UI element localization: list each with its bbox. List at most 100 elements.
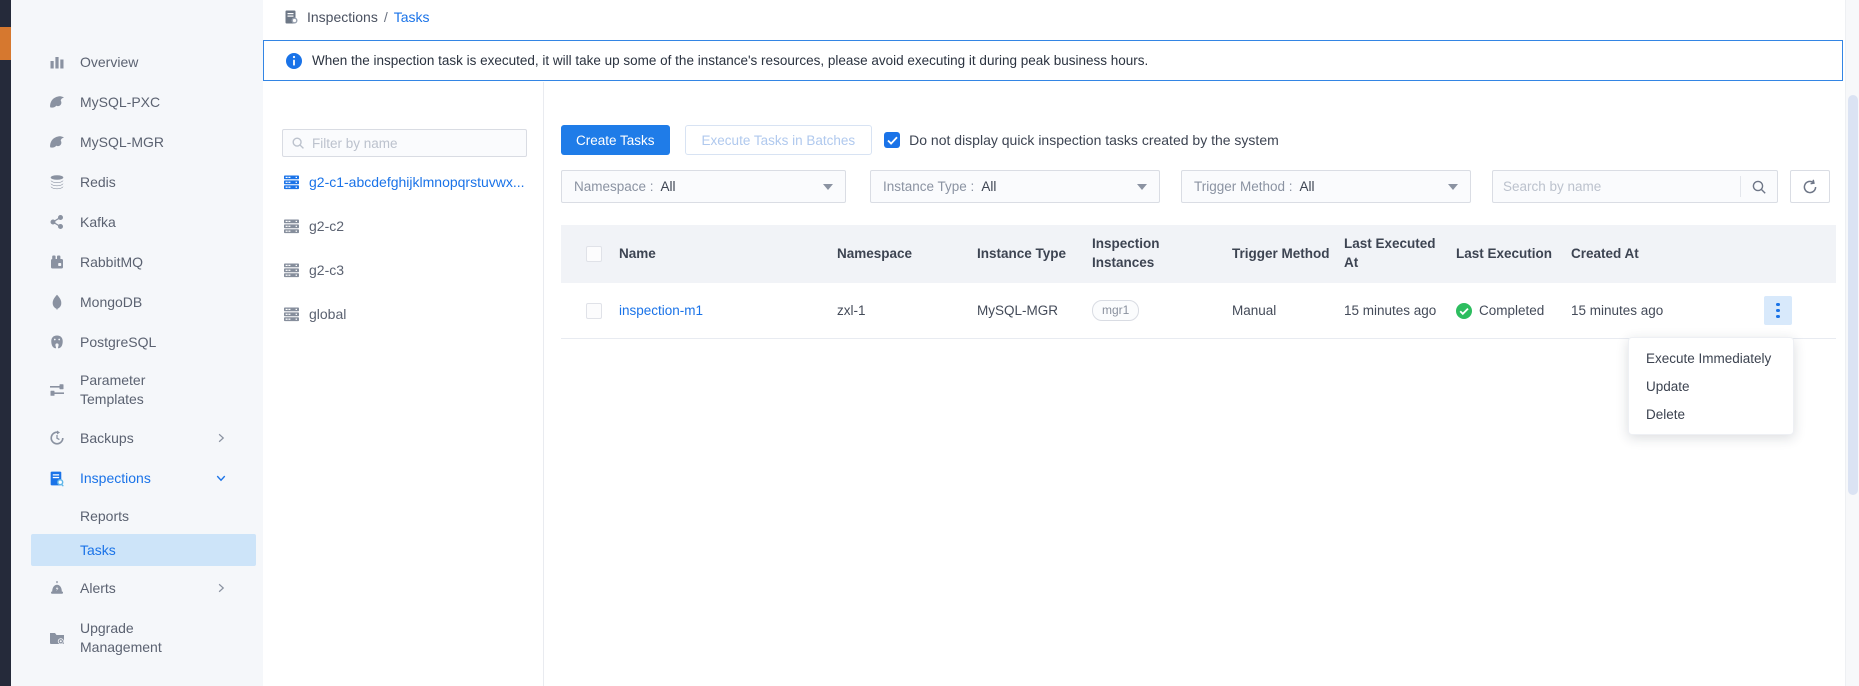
row-checkbox[interactable] bbox=[586, 303, 602, 319]
cluster-filter-input[interactable] bbox=[312, 136, 518, 151]
tasks-table: Name Namespace Instance Type Inspection … bbox=[561, 225, 1836, 339]
sidebar-item-mysql-mgr[interactable]: MySQL-MGR bbox=[11, 122, 263, 162]
breadcrumb: Inspections / Tasks bbox=[283, 9, 430, 25]
left-rail bbox=[0, 0, 11, 686]
folder-gear-icon bbox=[48, 630, 65, 647]
breadcrumb-section: Inspections bbox=[307, 9, 378, 25]
table-header-row: Name Namespace Instance Type Inspection … bbox=[561, 225, 1836, 283]
menu-item-execute-immediately[interactable]: Execute Immediately bbox=[1629, 344, 1793, 372]
inspection-clipboard-icon bbox=[283, 9, 299, 25]
cluster-item-label: g2-c2 bbox=[309, 218, 344, 234]
cluster-item-label: g2-c3 bbox=[309, 262, 344, 278]
layers-icon bbox=[48, 174, 65, 191]
task-name-link[interactable]: inspection-m1 bbox=[619, 303, 837, 318]
sidebar-item-rabbitmq[interactable]: RabbitMQ bbox=[11, 242, 263, 282]
select-all-checkbox[interactable] bbox=[586, 246, 602, 262]
cluster-item-g2-c3[interactable]: g2-c3 bbox=[263, 248, 543, 292]
trigger-method-dropdown-label: Trigger Method : bbox=[1194, 179, 1293, 194]
cluster-filter-box bbox=[282, 129, 527, 157]
server-icon bbox=[283, 219, 300, 234]
chevron-down-icon bbox=[823, 184, 833, 190]
search-icon[interactable] bbox=[1741, 171, 1777, 202]
server-icon bbox=[283, 263, 300, 278]
sidebar-item-alerts[interactable]: Alerts bbox=[11, 566, 263, 610]
chevron-right-icon bbox=[215, 432, 227, 444]
namespace-dropdown-label: Namespace : bbox=[574, 179, 654, 194]
chevron-down-icon bbox=[1448, 184, 1458, 190]
sidebar-item-mysql-pxc[interactable]: MySQL-PXC bbox=[11, 82, 263, 122]
hide-quick-tasks-checkbox[interactable] bbox=[884, 132, 900, 148]
dolphin-icon bbox=[48, 94, 65, 111]
hide-quick-tasks-label: Do not display quick inspection tasks cr… bbox=[909, 132, 1279, 148]
backup-clock-icon bbox=[48, 430, 65, 447]
sidebar-item-inspections[interactable]: Inspections bbox=[11, 458, 263, 498]
breadcrumb-current[interactable]: Tasks bbox=[394, 9, 430, 25]
column-header-inspection-instances: Inspection Instances bbox=[1092, 235, 1187, 273]
menu-item-update[interactable]: Update bbox=[1629, 372, 1793, 400]
create-tasks-button[interactable]: Create Tasks bbox=[561, 125, 670, 155]
banner-text: When the inspection task is executed, it… bbox=[312, 53, 1148, 68]
row-actions-menu: Execute Immediately Update Delete bbox=[1628, 337, 1794, 435]
task-instance-type: MySQL-MGR bbox=[977, 303, 1092, 318]
cluster-item-global[interactable]: global bbox=[263, 292, 543, 336]
network-icon bbox=[48, 214, 65, 231]
namespace-dropdown-value: All bbox=[661, 179, 676, 194]
scrollbar-thumb[interactable] bbox=[1848, 95, 1858, 495]
sidebar: Overview MySQL-PXC MySQL-MGR Redis Kafka… bbox=[11, 0, 263, 686]
rabbit-icon bbox=[48, 254, 65, 271]
info-banner: When the inspection task is executed, it… bbox=[263, 40, 1843, 81]
task-search-box bbox=[1492, 170, 1778, 203]
cluster-item-g2-c1[interactable]: g2-c1-abcdefghijklmnopqrstuvwx... bbox=[263, 160, 543, 204]
sidebar-item-parameter-templates[interactable]: Parameter Templates bbox=[11, 362, 263, 418]
task-trigger-method: Manual bbox=[1232, 303, 1344, 318]
column-header-created-at: Created At bbox=[1571, 245, 1689, 264]
vertical-scrollbar[interactable] bbox=[1845, 0, 1859, 686]
sidebar-item-redis[interactable]: Redis bbox=[11, 162, 263, 202]
info-icon bbox=[286, 53, 302, 69]
sidebar-item-tasks[interactable]: Tasks bbox=[31, 534, 256, 566]
task-last-executed-at: 15 minutes ago bbox=[1344, 303, 1456, 318]
server-icon bbox=[283, 175, 300, 190]
server-icon bbox=[283, 307, 300, 322]
breadcrumb-separator: / bbox=[384, 9, 388, 25]
task-created-at: 15 minutes ago bbox=[1571, 303, 1689, 318]
dolphin-icon bbox=[48, 134, 65, 151]
alarm-icon bbox=[48, 580, 65, 597]
sliders-icon bbox=[48, 382, 65, 399]
row-actions-kebab-button[interactable] bbox=[1764, 296, 1792, 325]
rail-accent-indicator bbox=[0, 27, 11, 60]
status-badge: Completed bbox=[1456, 303, 1571, 319]
cluster-item-label: global bbox=[309, 306, 346, 322]
instance-tag: mgr1 bbox=[1092, 300, 1139, 320]
chevron-right-icon bbox=[215, 582, 227, 594]
content-area: Inspections / Tasks When the inspection … bbox=[263, 0, 1845, 686]
instance-type-dropdown-label: Instance Type : bbox=[883, 179, 974, 194]
bar-chart-icon bbox=[48, 54, 65, 71]
refresh-button[interactable] bbox=[1790, 170, 1830, 203]
task-search-input[interactable] bbox=[1493, 179, 1740, 194]
sidebar-item-kafka[interactable]: Kafka bbox=[11, 202, 263, 242]
trigger-method-dropdown-value: All bbox=[1300, 179, 1315, 194]
success-check-icon bbox=[1456, 303, 1472, 319]
cluster-item-label: g2-c1-abcdefghijklmnopqrstuvwx... bbox=[309, 174, 525, 190]
cluster-list: g2-c1-abcdefghijklmnopqrstuvwx... g2-c2 … bbox=[263, 160, 543, 336]
column-header-namespace: Namespace bbox=[837, 245, 977, 264]
sidebar-item-upgrade-management[interactable]: Upgrade Management bbox=[11, 610, 263, 666]
menu-item-delete[interactable]: Delete bbox=[1629, 400, 1793, 428]
chevron-down-icon bbox=[1137, 184, 1147, 190]
instance-type-dropdown[interactable]: Instance Type : All bbox=[870, 170, 1160, 203]
refresh-icon bbox=[1802, 179, 1818, 195]
filter-row: Namespace : All Instance Type : All Trig… bbox=[561, 170, 1845, 203]
sidebar-item-backups[interactable]: Backups bbox=[11, 418, 263, 458]
execute-tasks-batches-button[interactable]: Execute Tasks in Batches bbox=[685, 125, 873, 155]
elephant-icon bbox=[48, 334, 65, 351]
column-header-last-execution: Last Execution bbox=[1456, 245, 1571, 264]
trigger-method-dropdown[interactable]: Trigger Method : All bbox=[1181, 170, 1471, 203]
cluster-item-g2-c2[interactable]: g2-c2 bbox=[263, 204, 543, 248]
sidebar-item-reports[interactable]: Reports bbox=[11, 498, 263, 534]
sidebar-item-postgresql[interactable]: PostgreSQL bbox=[11, 322, 263, 362]
sidebar-item-overview[interactable]: Overview bbox=[11, 42, 263, 82]
namespace-dropdown[interactable]: Namespace : All bbox=[561, 170, 846, 203]
column-header-instance-type: Instance Type bbox=[977, 245, 1092, 264]
sidebar-item-mongodb[interactable]: MongoDB bbox=[11, 282, 263, 322]
